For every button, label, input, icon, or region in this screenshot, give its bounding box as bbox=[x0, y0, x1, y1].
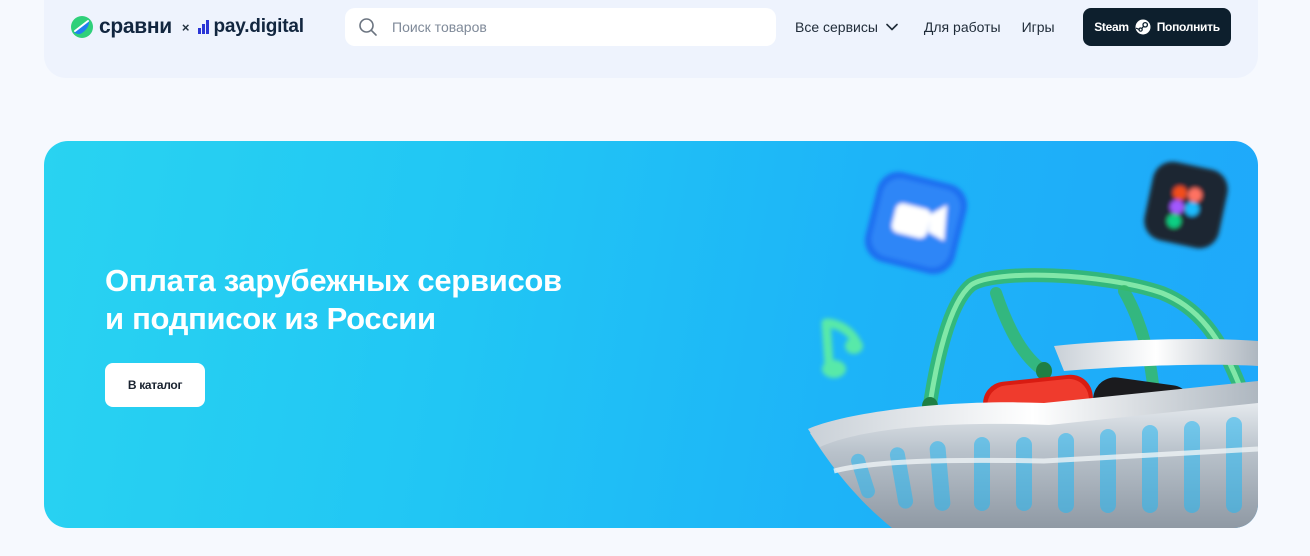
chevron-down-icon bbox=[886, 23, 898, 31]
search-icon bbox=[359, 18, 377, 36]
steam-icon bbox=[1135, 19, 1151, 35]
search-input[interactable] bbox=[392, 19, 752, 35]
site-header: сравни × pay.digital Все сервисы Для раб… bbox=[44, 0, 1258, 78]
logo-group[interactable]: сравни × pay.digital bbox=[70, 14, 304, 40]
nav-games-label: Игры bbox=[1021, 19, 1055, 35]
main-nav: Все сервисы Для работы Игры bbox=[795, 16, 1055, 38]
pay-digital-logo-icon bbox=[198, 20, 210, 34]
steam-topup-label: Пополнить bbox=[1156, 20, 1220, 34]
nav-for-work-label: Для работы bbox=[923, 19, 1001, 35]
shopping-basket bbox=[808, 381, 1258, 528]
steam-topup-button[interactable]: Steam Пополнить bbox=[1083, 8, 1231, 46]
logo-separator: × bbox=[181, 19, 190, 35]
video-camera-app-icon bbox=[864, 171, 968, 275]
steam-brand-label: Steam bbox=[1094, 20, 1129, 34]
nav-all-services[interactable]: Все сервисы bbox=[795, 19, 899, 35]
sravni-logo-icon bbox=[71, 16, 93, 38]
nav-for-work[interactable]: Для работы bbox=[924, 19, 1001, 35]
music-note-icon bbox=[821, 318, 863, 378]
hero-banner: Оплата зарубежных сервисов и подписок из… bbox=[44, 141, 1258, 528]
pay-digital-logo-text: pay.digital bbox=[213, 16, 304, 37]
search-bar[interactable] bbox=[345, 8, 776, 46]
figma-app-icon bbox=[1144, 161, 1228, 249]
sravni-logo-text: сравни bbox=[99, 15, 172, 38]
nav-games[interactable]: Игры bbox=[1022, 19, 1055, 35]
hero-illustration bbox=[808, 161, 1258, 528]
nav-all-services-label: Все сервисы bbox=[795, 19, 878, 35]
